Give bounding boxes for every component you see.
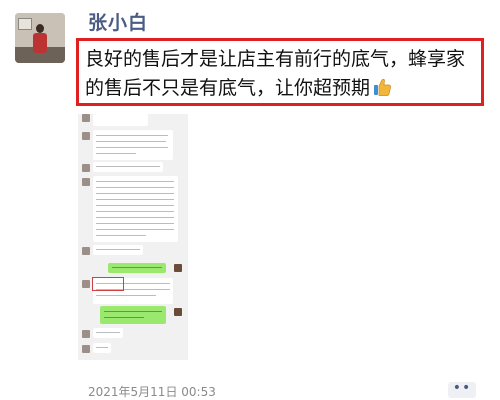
chat-avatar xyxy=(82,114,90,122)
post-text-content: 良好的售后才是让店主有前行的底气，蜂享家的售后不只是有底气，让你超预期 xyxy=(85,48,466,99)
chat-avatar xyxy=(82,247,90,255)
post-text: 良好的售后才是让店主有前行的底气，蜂享家的售后不只是有底气，让你超预期 xyxy=(85,45,475,103)
avatar[interactable] xyxy=(15,13,65,63)
annotation-box xyxy=(92,277,124,291)
highlighted-post-text-box: 良好的售后才是让店主有前行的底气，蜂享家的售后不只是有底气，让你超预期 xyxy=(76,38,484,106)
chat-bubble-incoming xyxy=(93,162,163,172)
chat-avatar xyxy=(82,330,90,338)
avatar-person-body xyxy=(33,33,47,53)
avatar-screen xyxy=(18,18,32,30)
post-timestamp: 2021年5月11日 00:53 xyxy=(88,385,216,399)
chat-avatar xyxy=(82,280,90,288)
chat-bubble-incoming xyxy=(93,328,123,338)
chat-avatar xyxy=(82,178,90,186)
thumbs-up-icon xyxy=(374,78,391,96)
chat-avatar xyxy=(82,132,90,140)
avatar-person-head xyxy=(36,24,44,33)
chat-avatar xyxy=(82,345,90,353)
more-actions-button[interactable]: •• xyxy=(448,381,476,398)
chat-bubble-incoming xyxy=(93,245,143,255)
chat-bubble-outgoing xyxy=(108,263,166,273)
chat-bubble-incoming xyxy=(93,130,173,160)
chat-screenshot-image[interactable] xyxy=(78,114,188,360)
chat-avatar-self xyxy=(174,264,182,272)
chat-bubble-incoming xyxy=(93,114,148,126)
chat-avatar-self xyxy=(174,308,182,316)
chat-avatar xyxy=(82,164,90,172)
chat-bubble-incoming xyxy=(93,176,178,242)
chat-bubble-incoming xyxy=(93,343,111,353)
chat-bubble-outgoing xyxy=(100,306,166,324)
author-name[interactable]: 张小白 xyxy=(88,8,148,35)
